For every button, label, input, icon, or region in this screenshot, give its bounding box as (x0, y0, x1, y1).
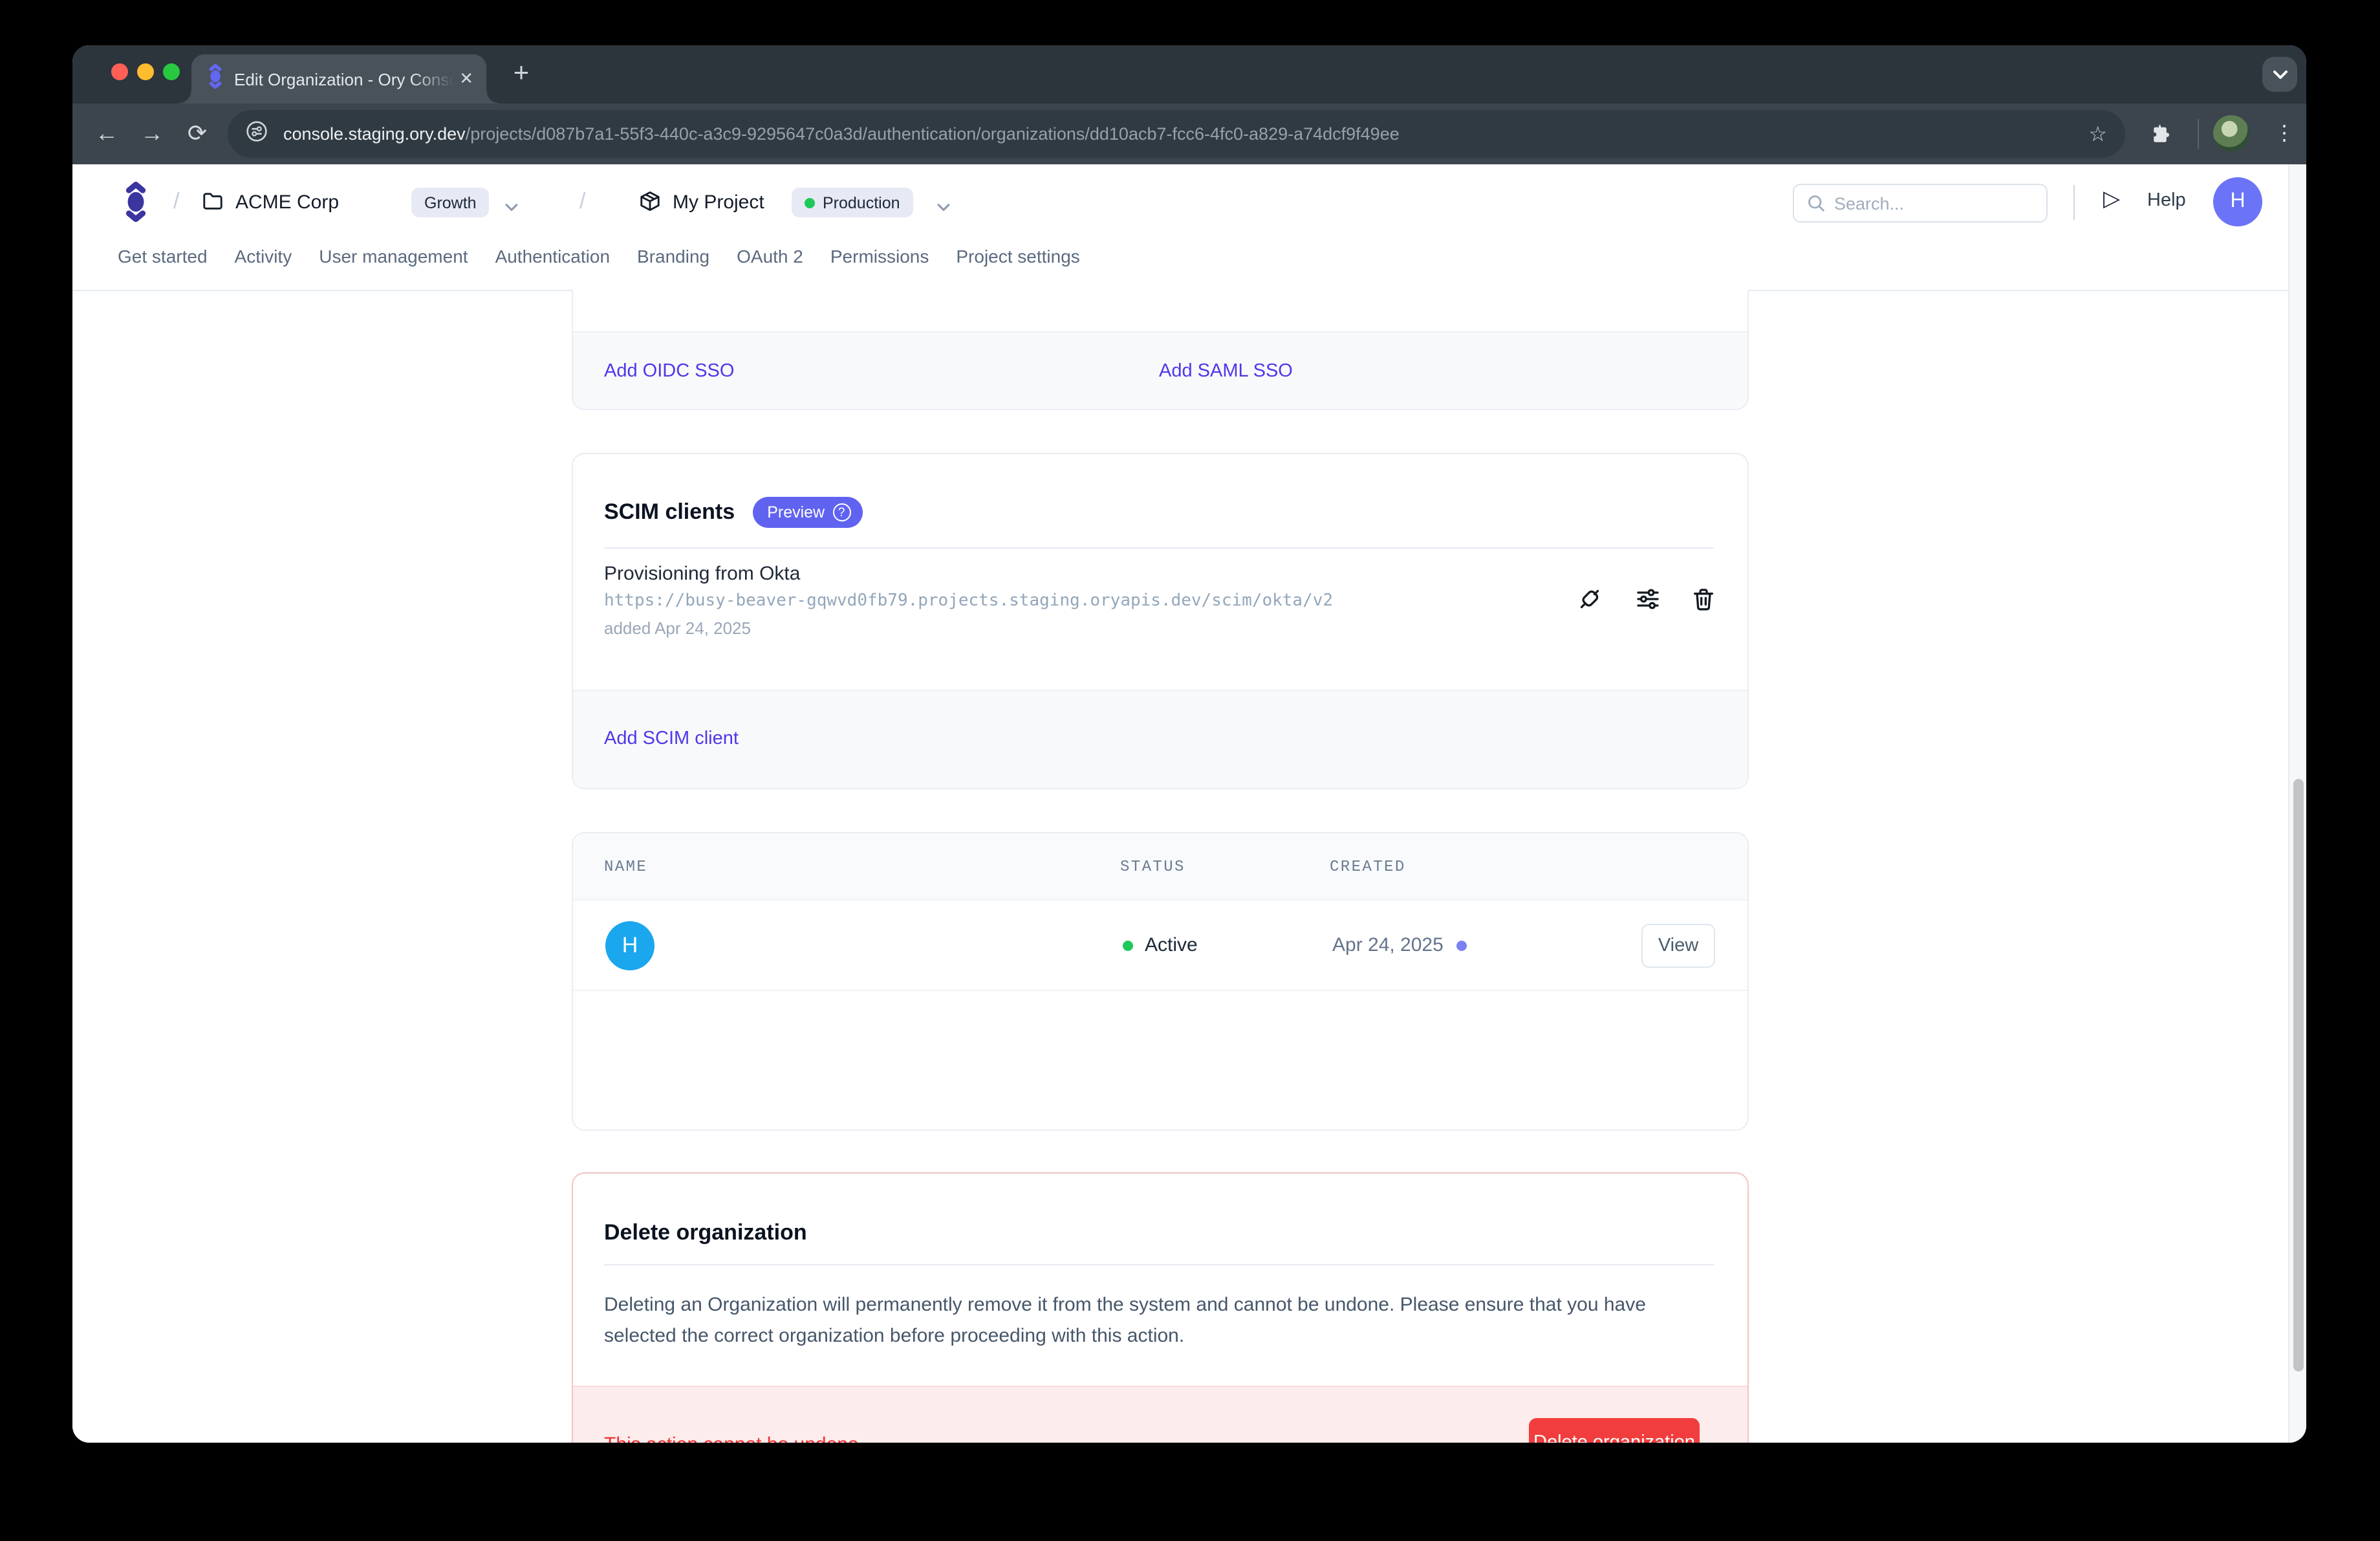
help-link[interactable]: Help (2147, 190, 2186, 211)
add-scim-client-link[interactable]: Add SCIM client (604, 728, 739, 749)
workspace-chevron-icon[interactable] (504, 195, 519, 219)
row-avatar: H (605, 921, 654, 970)
folder-icon (202, 190, 224, 219)
toolbar-divider (2198, 119, 2199, 149)
scim-connection-icon[interactable] (1577, 586, 1603, 612)
delete-section-title: Delete organization (604, 1220, 807, 1246)
danger-divider (604, 1264, 1714, 1265)
environment-status-dot (805, 197, 815, 208)
nav-item-activity[interactable]: Activity (235, 246, 292, 267)
breadcrumb-separator: / (579, 189, 585, 215)
preview-badge[interactable]: Preview ? (753, 497, 862, 528)
sso-card-footer: Add OIDC SSO Add SAML SSO (573, 331, 1747, 409)
window-close-button[interactable] (111, 63, 128, 80)
forward-button[interactable]: → (133, 115, 171, 153)
page-scrollbar[interactable] (2288, 164, 2306, 1443)
scim-clients-card: SCIM clients Preview ? Provisioning from… (572, 453, 1749, 789)
tab-close-icon[interactable]: ✕ (459, 69, 473, 89)
search-icon (1807, 194, 1825, 212)
scim-delete-trash-icon[interactable] (1691, 586, 1716, 612)
window-minimize-button[interactable] (137, 63, 154, 80)
nav-item-authentication[interactable]: Authentication (495, 246, 610, 267)
bookmark-star-icon[interactable]: ☆ (2088, 121, 2107, 147)
created-cell: Apr 24, 2025 (1332, 934, 1467, 956)
nav-item-get-started[interactable]: Get started (118, 246, 208, 267)
browser-menu-icon[interactable]: ⋮ (2271, 115, 2297, 153)
scim-client-name: Provisioning from Okta (604, 563, 800, 585)
table-header: NAME STATUS CREATED (573, 833, 1747, 901)
ory-console-page: / ACME Corp Growth / My Project Producti… (72, 164, 2306, 1443)
delete-organization-card: Delete organization Deleting an Organiza… (572, 1172, 1749, 1443)
workspace-name[interactable]: ACME Corp (235, 191, 339, 213)
tab-search-button[interactable] (2262, 57, 2297, 92)
back-button[interactable]: ← (88, 115, 125, 153)
browser-profile-avatar[interactable] (2213, 115, 2249, 151)
status-dot (1123, 940, 1133, 950)
project-name[interactable]: My Project (673, 191, 764, 213)
nav-item-branding[interactable]: Branding (637, 246, 709, 267)
browser-tab[interactable]: Edit Organization - Ory Console ✕ (191, 54, 486, 104)
plan-badge: Growth (411, 188, 490, 217)
nav-item-permissions[interactable]: Permissions (830, 246, 929, 267)
tab-title: Edit Organization - Ory Console (234, 69, 454, 89)
scim-client-url: https://busy-beaver-gqwvd0fb79.projects.… (604, 591, 1333, 611)
browser-window: Edit Organization - Ory Console ✕ + ← → … (72, 45, 2306, 1443)
irreversible-warning: This action cannot be undone. (604, 1434, 864, 1443)
scim-divider (604, 547, 1714, 549)
global-search[interactable] (1793, 184, 2048, 223)
url-text: console.staging.ory.dev/projects/d087b7a… (283, 124, 2070, 144)
nav-item-project-settings[interactable]: Project settings (956, 246, 1079, 267)
scim-client-added: added Apr 24, 2025 (604, 618, 751, 638)
main-nav: Get started Activity User management Aut… (118, 246, 1080, 267)
environment-badge: Production (792, 188, 913, 217)
status-cell: Active (1123, 934, 1198, 956)
column-header-name: NAME (604, 858, 647, 876)
project-chevron-icon[interactable] (936, 195, 951, 219)
address-bar[interactable]: console.staging.ory.dev/projects/d087b7a… (228, 110, 2125, 158)
search-input[interactable] (1834, 193, 2046, 213)
nav-item-oauth2[interactable]: OAuth 2 (737, 246, 803, 267)
status-label: Active (1145, 934, 1198, 956)
danger-footer: This action cannot be undone. Delete org… (573, 1386, 1747, 1443)
column-header-status: STATUS (1120, 858, 1185, 876)
scim-section-title: SCIM clients (604, 499, 735, 525)
url-domain: console.staging.ory.dev (283, 124, 466, 144)
table-row[interactable]: H Active Apr 24, 2025 View (573, 901, 1747, 991)
header-divider (2073, 185, 2075, 220)
column-header-created: CREATED (1330, 858, 1406, 876)
url-path: /projects/d087b7a1-55f3-440c-a3c9-929564… (466, 124, 1400, 144)
created-indicator-dot (1456, 940, 1467, 950)
scim-card-footer: Add SCIM client (573, 690, 1747, 788)
tab-strip: Edit Organization - Ory Console ✕ + (72, 45, 2306, 104)
ory-logo[interactable] (124, 181, 147, 229)
package-icon (639, 190, 661, 219)
delete-description: Deleting an Organization will permanentl… (604, 1290, 1711, 1352)
extensions-icon[interactable] (2145, 115, 2180, 153)
ory-favicon (208, 63, 222, 95)
delete-organization-button[interactable]: Delete organization (1529, 1418, 1700, 1443)
run-icon[interactable]: ▷ (2103, 186, 2120, 212)
sso-card: Add OIDC SSO Add SAML SSO (572, 290, 1749, 410)
add-oidc-sso-link[interactable]: Add OIDC SSO (604, 361, 734, 382)
reload-button[interactable]: ⟳ (178, 115, 216, 153)
breadcrumb-separator: / (173, 189, 179, 215)
environment-badge-label: Production (823, 193, 900, 212)
help-circle-icon: ? (832, 503, 850, 521)
scrollbar-thumb[interactable] (2293, 779, 2304, 1372)
add-saml-sso-link[interactable]: Add SAML SSO (1159, 361, 1293, 382)
preview-badge-label: Preview (767, 503, 825, 521)
organization-table-card: NAME STATUS CREATED H Active Apr 24, 202… (572, 832, 1749, 1131)
scim-settings-sliders-icon[interactable] (1635, 586, 1661, 612)
pagination-row: Items per pages 10 1 - 1 (573, 991, 1747, 1132)
desktop: Edit Organization - Ory Console ✕ + ← → … (0, 0, 2380, 1541)
created-date: Apr 24, 2025 (1332, 934, 1444, 956)
window-zoom-button[interactable] (163, 63, 180, 80)
user-avatar[interactable]: H (2213, 177, 2262, 226)
view-button[interactable]: View (1641, 924, 1715, 968)
nav-item-user-management[interactable]: User management (319, 246, 468, 267)
browser-toolbar: ← → ⟳ console.staging.ory.dev/projects/d… (72, 104, 2306, 164)
site-settings-icon[interactable] (246, 120, 268, 148)
new-tab-button[interactable]: + (504, 58, 538, 92)
